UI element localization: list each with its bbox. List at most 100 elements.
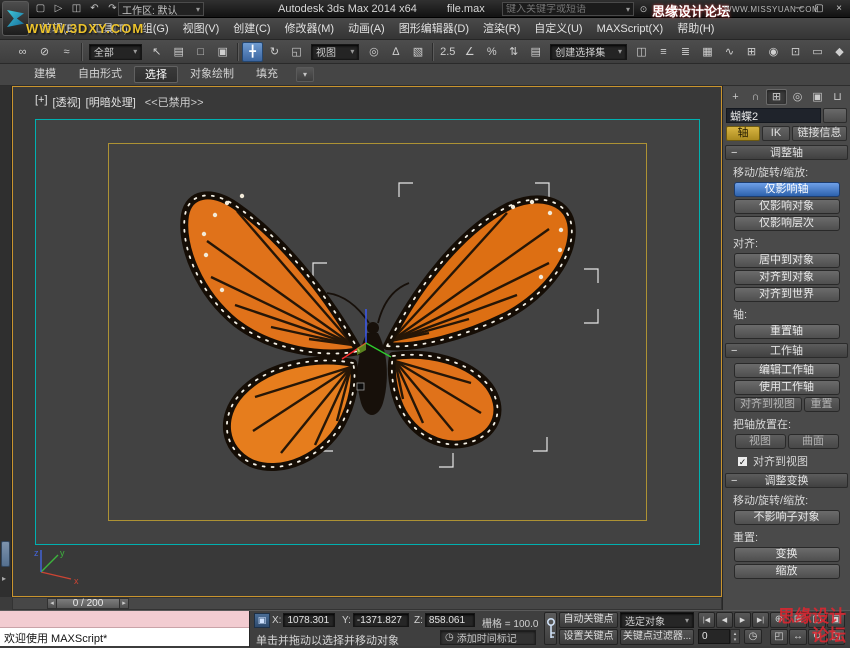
ik-tab[interactable]: IK [762, 126, 790, 141]
butterfly-model[interactable] [180, 191, 576, 471]
menu-item[interactable]: 渲染(R) [476, 18, 527, 40]
pivot-tab[interactable]: 轴 [726, 126, 760, 141]
menu-item[interactable]: 视图(V) [176, 18, 227, 40]
expand-arrow-icon[interactable]: ▸ [2, 574, 6, 583]
set-key-button[interactable]: 设置关键点 [559, 629, 618, 645]
link-info-tab[interactable]: 链接信息 [792, 126, 847, 141]
affect-pivot-only-button[interactable]: 仅影响轴 [733, 182, 840, 197]
snap-toggle-icon[interactable]: 2.5 [437, 42, 458, 62]
selection-region-icon[interactable]: □ [190, 42, 211, 62]
select-and-rotate-icon[interactable]: ↻ [264, 42, 285, 62]
material-editor-icon[interactable]: ◉ [763, 42, 784, 62]
angle-snap-icon[interactable]: ∠ [459, 42, 480, 62]
reset-working-pivot-button[interactable]: 重置 [803, 397, 840, 412]
select-and-move-icon[interactable]: ╋ [242, 41, 264, 62]
spinner-down-icon[interactable]: ▾ [731, 637, 739, 643]
selection-lock-toggle[interactable]: ▣ [254, 613, 270, 628]
graphite-toggle-icon[interactable]: ▦ [697, 42, 718, 62]
modify-tab[interactable]: ∩ [746, 89, 765, 105]
scene-canvas[interactable] [13, 87, 723, 598]
ribbon-tab[interactable]: 自由形式 [68, 66, 132, 83]
motion-tab[interactable]: ◎ [788, 89, 807, 105]
object-name-field[interactable] [726, 108, 821, 123]
y-coordinate-field[interactable] [352, 613, 409, 627]
maxscript-mini-listener[interactable]: 欢迎使用 MAXScript* [0, 611, 250, 647]
select-and-manipulate-icon[interactable]: ∆ [385, 42, 406, 62]
layer-manager-icon[interactable]: ≣ [675, 42, 696, 62]
spinner-snap-icon[interactable]: ⇅ [503, 42, 524, 62]
render-setup-icon[interactable]: ⊡ [785, 42, 806, 62]
schematic-view-icon[interactable]: ⊞ [741, 42, 762, 62]
close-button[interactable]: × [832, 2, 846, 15]
align-to-world-button[interactable]: 对齐到世界 [733, 287, 840, 302]
open-file-icon[interactable]: ▷ [51, 2, 66, 16]
bind-to-spacewarp-icon[interactable]: ≈ [56, 42, 77, 62]
menu-item[interactable]: 动画(A) [341, 18, 392, 40]
dont-affect-children-button[interactable]: 不影响子对象 [733, 510, 840, 525]
reset-pivot-button[interactable]: 重置轴 [733, 324, 840, 339]
undo-icon[interactable]: ↶ [87, 2, 102, 16]
window-crossing-icon[interactable]: ▣ [212, 42, 233, 62]
x-coordinate-field[interactable] [283, 613, 336, 627]
set-keys-button[interactable] [544, 612, 557, 645]
z-coordinate-field[interactable] [424, 613, 475, 627]
ribbon-tab[interactable]: 选择 [134, 66, 178, 83]
menu-item[interactable]: 修改器(M) [278, 18, 342, 40]
select-and-scale-icon[interactable]: ◱ [286, 42, 307, 62]
search-input[interactable] [506, 3, 623, 15]
select-by-name-icon[interactable]: ▤ [168, 42, 189, 62]
menu-item[interactable]: 图形编辑器(D) [392, 18, 476, 40]
place-pivot-surface-button[interactable]: 曲面 [787, 434, 839, 449]
workspace-dropdown[interactable]: 工作区: 默认 ▾ [118, 2, 204, 17]
select-object-icon[interactable]: ↖ [146, 42, 167, 62]
chevron-down-icon[interactable]: ▾ [626, 5, 630, 14]
named-selection-sets-dropdown[interactable]: 创建选择集 ▾ [550, 43, 627, 60]
search-icon[interactable]: ⊙ [637, 2, 650, 16]
menu-item[interactable]: 帮助(H) [670, 18, 721, 40]
align-to-view-checkbox[interactable]: ✓ [737, 455, 748, 467]
add-time-tag-button[interactable]: ◷ 添加时间标记 [440, 630, 536, 645]
render-production-icon[interactable]: ◆ [829, 42, 850, 62]
menu-item[interactable]: 自定义(U) [527, 18, 589, 40]
ribbon-minimize-icon[interactable]: ▾ [296, 67, 314, 82]
curve-editor-icon[interactable]: ∿ [719, 42, 740, 62]
ribbon-tab[interactable]: 建模 [24, 66, 66, 83]
macro-recorder-line[interactable] [0, 611, 249, 628]
display-tab[interactable]: ▣ [808, 89, 827, 105]
time-slider[interactable]: ◂ 0 / 200 ▸ [12, 597, 722, 610]
reset-scale-button[interactable]: 缩放 [733, 564, 840, 579]
ribbon-tab[interactable]: 填充 [246, 66, 288, 83]
use-working-pivot-button[interactable]: 使用工作轴 [733, 380, 840, 395]
listener-line[interactable]: 欢迎使用 MAXScript* [0, 628, 249, 646]
key-mode-dropdown[interactable]: 选定对象 ▾ [620, 612, 694, 628]
frame-spinner[interactable]: ▴ ▾ [730, 629, 740, 644]
new-scene-icon[interactable]: ▢ [33, 2, 48, 16]
viewport-shading-menu[interactable]: [明暗处理] [86, 94, 136, 110]
infocenter-search-box[interactable]: ▾ [502, 2, 634, 16]
utilities-tab[interactable]: ⊔ [828, 89, 847, 105]
keyboard-override-icon[interactable]: ▧ [407, 42, 428, 62]
place-pivot-view-button[interactable]: 视图 [734, 434, 786, 449]
previous-frame-arrow-icon[interactable]: ◂ [47, 598, 57, 609]
rendered-frame-icon[interactable]: ▭ [807, 42, 828, 62]
name-field-button[interactable] [823, 108, 847, 123]
align-icon[interactable]: ≡ [653, 42, 674, 62]
working-pivot-rollout-header[interactable]: − 工作轴 [725, 343, 848, 358]
key-filters-button[interactable]: 关键点过滤器... [620, 629, 694, 645]
adjust-pivot-rollout-header[interactable]: − 调整轴 [725, 145, 848, 160]
next-frame-arrow-icon[interactable]: ▸ [119, 598, 129, 609]
align-to-object-button[interactable]: 对齐到对象 [733, 270, 840, 285]
adjust-transform-rollout-header[interactable]: − 调整变换 [725, 473, 848, 488]
edit-working-pivot-button[interactable]: 编辑工作轴 [733, 363, 840, 378]
previous-frame-button[interactable]: ◀ [716, 612, 733, 628]
percent-snap-icon[interactable]: % [481, 42, 502, 62]
affect-hierarchy-only-button[interactable]: 仅影响层次 [733, 216, 840, 231]
hierarchy-tab[interactable]: ⊞ [766, 89, 787, 105]
align-to-view-button[interactable]: 对齐到视图 [733, 397, 802, 412]
go-to-start-button[interactable]: |◀ [698, 612, 715, 628]
perspective-viewport[interactable]: [+] [透视] [明暗处理] <<已禁用>> x y z [12, 86, 722, 597]
viewport-pov-menu[interactable]: [透视] [53, 94, 81, 110]
affect-object-only-button[interactable]: 仅影响对象 [733, 199, 840, 214]
menu-item[interactable]: 创建(C) [226, 18, 277, 40]
time-configuration-button[interactable]: ◷ [744, 629, 762, 644]
